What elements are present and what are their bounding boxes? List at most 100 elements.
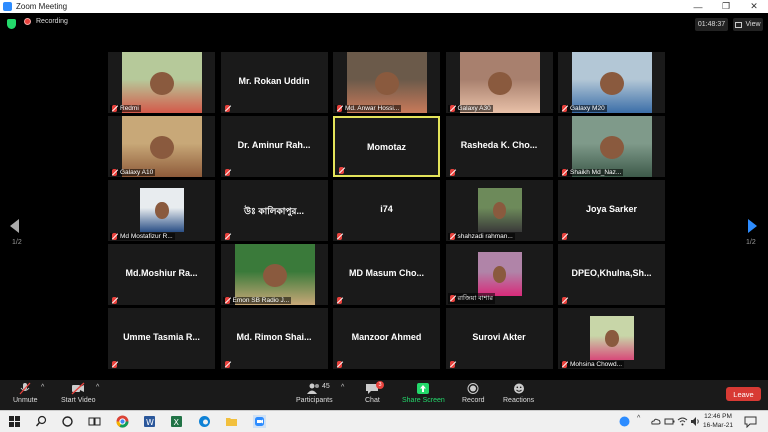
maximize-button[interactable]: ❐: [712, 1, 740, 12]
cortana-icon[interactable]: [61, 415, 74, 428]
participant-tile[interactable]: Galaxy A10: [108, 116, 215, 177]
participant-face: [492, 266, 507, 283]
battery-tray-icon[interactable]: [664, 416, 675, 427]
participant-tile[interactable]: Redmi: [108, 52, 215, 113]
muted-mic-icon: [449, 105, 455, 112]
reactions-button[interactable]: Reactions: [503, 382, 534, 404]
participant-label: [448, 169, 460, 176]
participant-tile[interactable]: Md Mostafizur R...: [108, 180, 215, 241]
participant-face: [150, 135, 174, 159]
participant-name: DPEO,Khulna,Sh...: [571, 268, 652, 278]
participant-tile[interactable]: Momotaz: [333, 116, 440, 177]
participant-tile[interactable]: Md. Anwar Hossi...: [333, 52, 440, 113]
participant-label: [110, 297, 122, 304]
taskbar-clock[interactable]: 12:46 PM 16-Mar-21: [703, 412, 733, 430]
participants-count: 45: [322, 383, 330, 390]
participant-face: [150, 71, 174, 95]
participant-tile[interactable]: রাজিয়া বাশার: [445, 244, 553, 305]
participant-face: [492, 202, 507, 219]
participant-tile[interactable]: Rasheda K. Cho...: [445, 116, 553, 177]
participant-video: [477, 252, 522, 296]
participant-tile[interactable]: i74: [333, 180, 440, 241]
participant-tile[interactable]: shahzadi rahman...: [445, 180, 553, 241]
meeting-area: Recording 01:48:37 View 1/2 1/2 Redmi Mr.…: [0, 13, 768, 380]
participants-icon: [307, 383, 320, 394]
participant-label-text: Galaxy A10: [120, 169, 154, 176]
volume-tray-icon[interactable]: [690, 416, 701, 427]
participant-tile[interactable]: Manzoor Ahmed: [333, 308, 440, 369]
muted-mic-icon: [449, 295, 455, 302]
participant-tile[interactable]: Dr. Aminur Rah...: [220, 116, 328, 177]
start-video-button[interactable]: Start Video: [61, 382, 96, 404]
participant-tile[interactable]: Galaxy A30: [445, 52, 553, 113]
participant-tile[interactable]: Md.Moshiur Ra...: [108, 244, 215, 305]
excel-icon[interactable]: X: [170, 415, 183, 428]
search-icon[interactable]: [35, 415, 48, 428]
window-titlebar: Zoom Meeting — ❐ ✕: [0, 0, 768, 13]
next-page-arrow-icon[interactable]: [748, 219, 757, 233]
recording-dot-icon: [24, 18, 31, 25]
word-icon[interactable]: W: [143, 415, 156, 428]
share-screen-button[interactable]: Share Screen: [402, 382, 445, 404]
participant-label: [223, 169, 235, 176]
participant-video: [122, 52, 202, 113]
muted-mic-icon: [112, 233, 117, 240]
svg-text:X: X: [174, 418, 180, 427]
edge-icon[interactable]: [198, 415, 211, 428]
participant-tile[interactable]: Emon SB Radio J...: [220, 244, 328, 305]
participant-label-text: Emon SB Radio J...: [232, 297, 290, 304]
chrome-icon[interactable]: [116, 415, 129, 428]
wifi-tray-icon[interactable]: [677, 416, 688, 427]
participant-tile[interactable]: Mr. Rokan Uddin: [220, 52, 328, 113]
participant-label: [337, 167, 349, 174]
cloud-tray-icon[interactable]: [650, 416, 661, 427]
task-view-icon[interactable]: [88, 415, 101, 428]
recording-indicator[interactable]: Recording: [24, 18, 68, 25]
participant-tile[interactable]: MD Masum Cho...: [333, 244, 440, 305]
participant-tile[interactable]: DPEO,Khulna,Sh...: [558, 244, 665, 305]
audio-options-caret-icon[interactable]: ^: [41, 384, 44, 391]
muted-mic-icon: [224, 169, 230, 176]
participant-name: MD Masum Cho...: [348, 268, 424, 278]
unmute-button[interactable]: Unmute: [13, 382, 38, 404]
participant-tile[interactable]: Md. Rimon Shai...: [220, 308, 328, 369]
participant-label: [335, 361, 347, 368]
previous-page-arrow-icon[interactable]: [10, 219, 19, 233]
tray-chevron-icon[interactable]: ^: [637, 415, 640, 422]
file-explorer-icon[interactable]: [225, 415, 238, 428]
participant-label: Redmi: [110, 105, 141, 112]
unmute-label: Unmute: [13, 397, 38, 404]
participant-tile[interactable]: Umme Tasmia R...: [108, 308, 215, 369]
video-options-caret-icon[interactable]: ^: [96, 384, 99, 391]
muted-mic-icon: [224, 361, 230, 368]
participant-label-text: Shaikh Md_Naz...: [570, 169, 622, 176]
participant-tile[interactable]: Surovi Akter: [445, 308, 553, 369]
participant-tile[interactable]: Galaxy M20: [558, 52, 665, 113]
people-tray-icon[interactable]: [619, 416, 630, 427]
windows-start-icon[interactable]: [8, 415, 21, 428]
leave-button[interactable]: Leave: [726, 387, 761, 401]
participant-tile[interactable]: Shaikh Md_Naz...: [558, 116, 665, 177]
zoom-app-icon[interactable]: [253, 415, 266, 428]
view-button[interactable]: View: [733, 18, 763, 31]
participant-tile[interactable]: Joya Sarker: [558, 180, 665, 241]
muted-mic-icon: [337, 297, 342, 304]
close-button[interactable]: ✕: [740, 1, 768, 12]
zoom-logo-icon: [3, 2, 12, 11]
record-button[interactable]: Record: [462, 382, 485, 404]
participant-tile[interactable]: Mohsina Chowd...: [558, 308, 665, 369]
participant-label-text: Md. Anwar Hossi...: [345, 105, 400, 112]
participant-face: [600, 71, 624, 95]
participant-name: Joya Sarker: [585, 204, 638, 214]
participant-label: Galaxy M20: [560, 105, 607, 112]
gallery-grid-icon: [735, 21, 743, 28]
security-shield-icon[interactable]: [7, 19, 16, 29]
participant-tile[interactable]: উঃ কালিকাপুর...: [220, 180, 328, 241]
notifications-icon[interactable]: [744, 415, 757, 428]
minimize-button[interactable]: —: [684, 2, 712, 12]
svg-text:W: W: [146, 418, 154, 427]
participant-label: Md Mostafizur R...: [110, 233, 175, 240]
participant-name: Manzoor Ahmed: [351, 332, 422, 342]
muted-mic-icon: [224, 233, 230, 240]
participants-options-caret-icon[interactable]: ^: [341, 384, 344, 391]
